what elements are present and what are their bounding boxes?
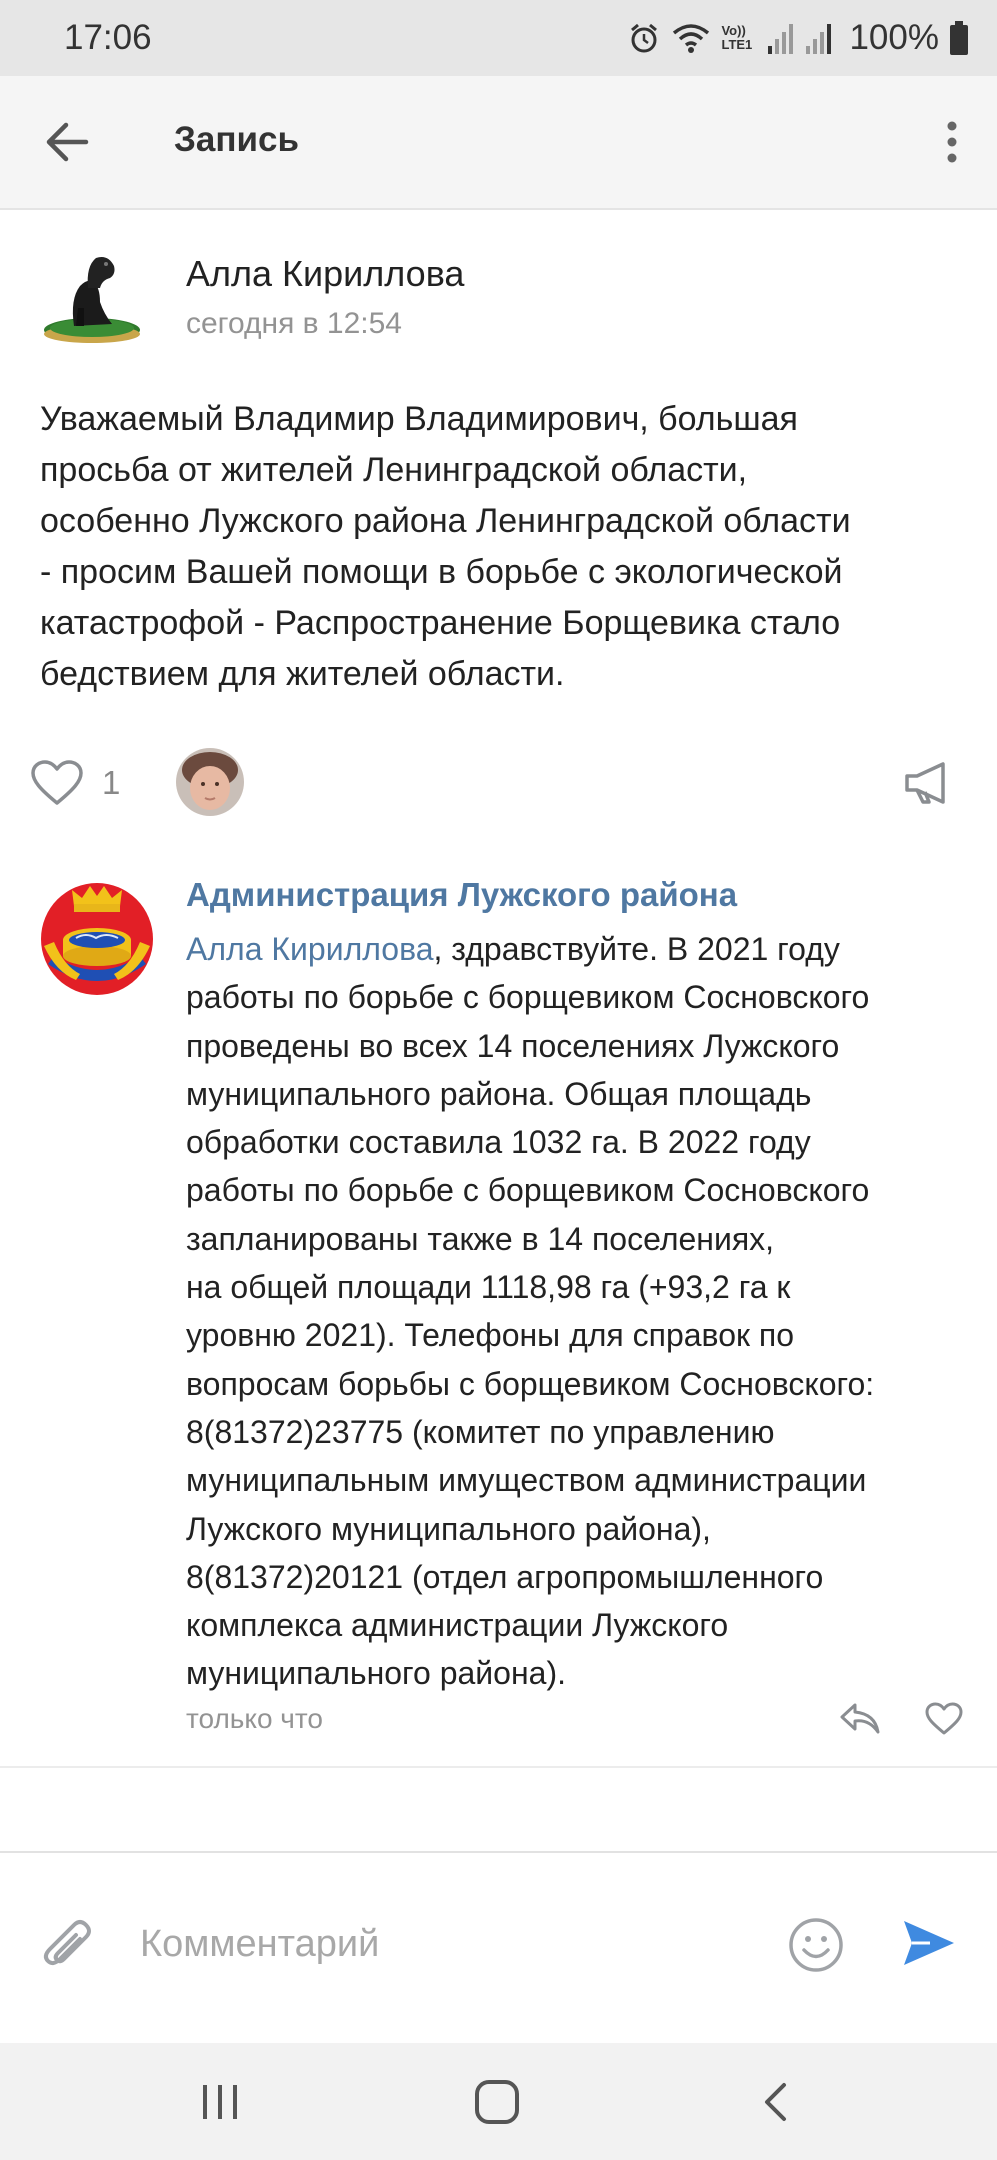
- reply-arrow-icon: [840, 1703, 880, 1734]
- system-back-button[interactable]: [760, 2081, 790, 2123]
- alarm-icon: [631, 23, 658, 53]
- status-icons: Vo)) LTE1 100%: [627, 14, 969, 62]
- send-arrow-icon: [904, 1921, 954, 1965]
- home-square-icon: [475, 2080, 519, 2124]
- post-timestamp: сегодня в 12:54: [186, 307, 402, 340]
- signal-icon-2: [806, 24, 832, 54]
- dog-statue-avatar: [44, 257, 140, 343]
- emoji-button[interactable]: [788, 1917, 844, 1973]
- battery-percentage: 100%: [849, 18, 939, 57]
- comment-input[interactable]: [140, 1909, 740, 1979]
- more-vertical-icon: [947, 121, 957, 163]
- status-time: 17:06: [64, 18, 152, 57]
- like-count: 1: [102, 764, 121, 801]
- comment-text-body: работы по борьбе с борщевиком Сосновског…: [186, 979, 875, 1692]
- attach-button[interactable]: [40, 1915, 96, 1975]
- send-button[interactable]: [900, 1915, 956, 1971]
- user-photo-avatar: [176, 748, 244, 816]
- comment-composer: [0, 1851, 997, 2045]
- comment-like-button[interactable]: [925, 1702, 963, 1736]
- comment-timestamp: только что: [186, 1703, 323, 1734]
- post-text: Уважаемый Владимир Владимирович, большая…: [40, 400, 851, 693]
- comment-text: Алла Кириллова, здравствуйте. В 2021 год…: [186, 925, 966, 1698]
- system-navigation-bar: [0, 2043, 997, 2160]
- share-button[interactable]: [903, 760, 953, 806]
- heart-icon: [31, 760, 83, 805]
- battery-icon: [950, 21, 968, 55]
- recent-apps-button[interactable]: [199, 2083, 241, 2121]
- wifi-icon: [673, 24, 710, 53]
- smiley-icon: [789, 1918, 843, 1972]
- back-button[interactable]: [38, 112, 98, 172]
- more-options-button[interactable]: [937, 112, 967, 172]
- like-button[interactable]: [30, 759, 84, 807]
- liker-avatar[interactable]: [176, 748, 244, 816]
- coat-of-arms-icon: [41, 883, 153, 995]
- comment-text-first-line: , здравствуйте. В 2021 году: [433, 931, 840, 967]
- comment-mention-link[interactable]: Алла Кириллова: [186, 931, 434, 967]
- paperclip-icon: [43, 1920, 91, 1966]
- admin-coat-of-arms-avatar[interactable]: [36, 876, 158, 998]
- author-avatar[interactable]: [34, 244, 152, 348]
- status-bar: 17:06 Vo)) LTE1 100%: [0, 0, 997, 76]
- post-author-name[interactable]: Алла Кириллова: [186, 253, 464, 295]
- reply-button[interactable]: [839, 1700, 881, 1736]
- network-label: Vo)) LTE1: [721, 23, 753, 52]
- comment-divider: [0, 1766, 997, 1768]
- signal-icon-1: [768, 24, 794, 54]
- app-header: Запись: [0, 76, 997, 210]
- home-button[interactable]: [474, 2079, 520, 2125]
- comment-author-name[interactable]: Администрация Лужского района: [186, 876, 737, 914]
- recent-apps-icon: [203, 2085, 237, 2119]
- arrow-left-icon: [46, 122, 89, 162]
- chevron-left-icon: [765, 2083, 786, 2121]
- page-title: Запись: [174, 120, 300, 159]
- megaphone-icon: [905, 762, 945, 804]
- heart-icon: [925, 1702, 963, 1735]
